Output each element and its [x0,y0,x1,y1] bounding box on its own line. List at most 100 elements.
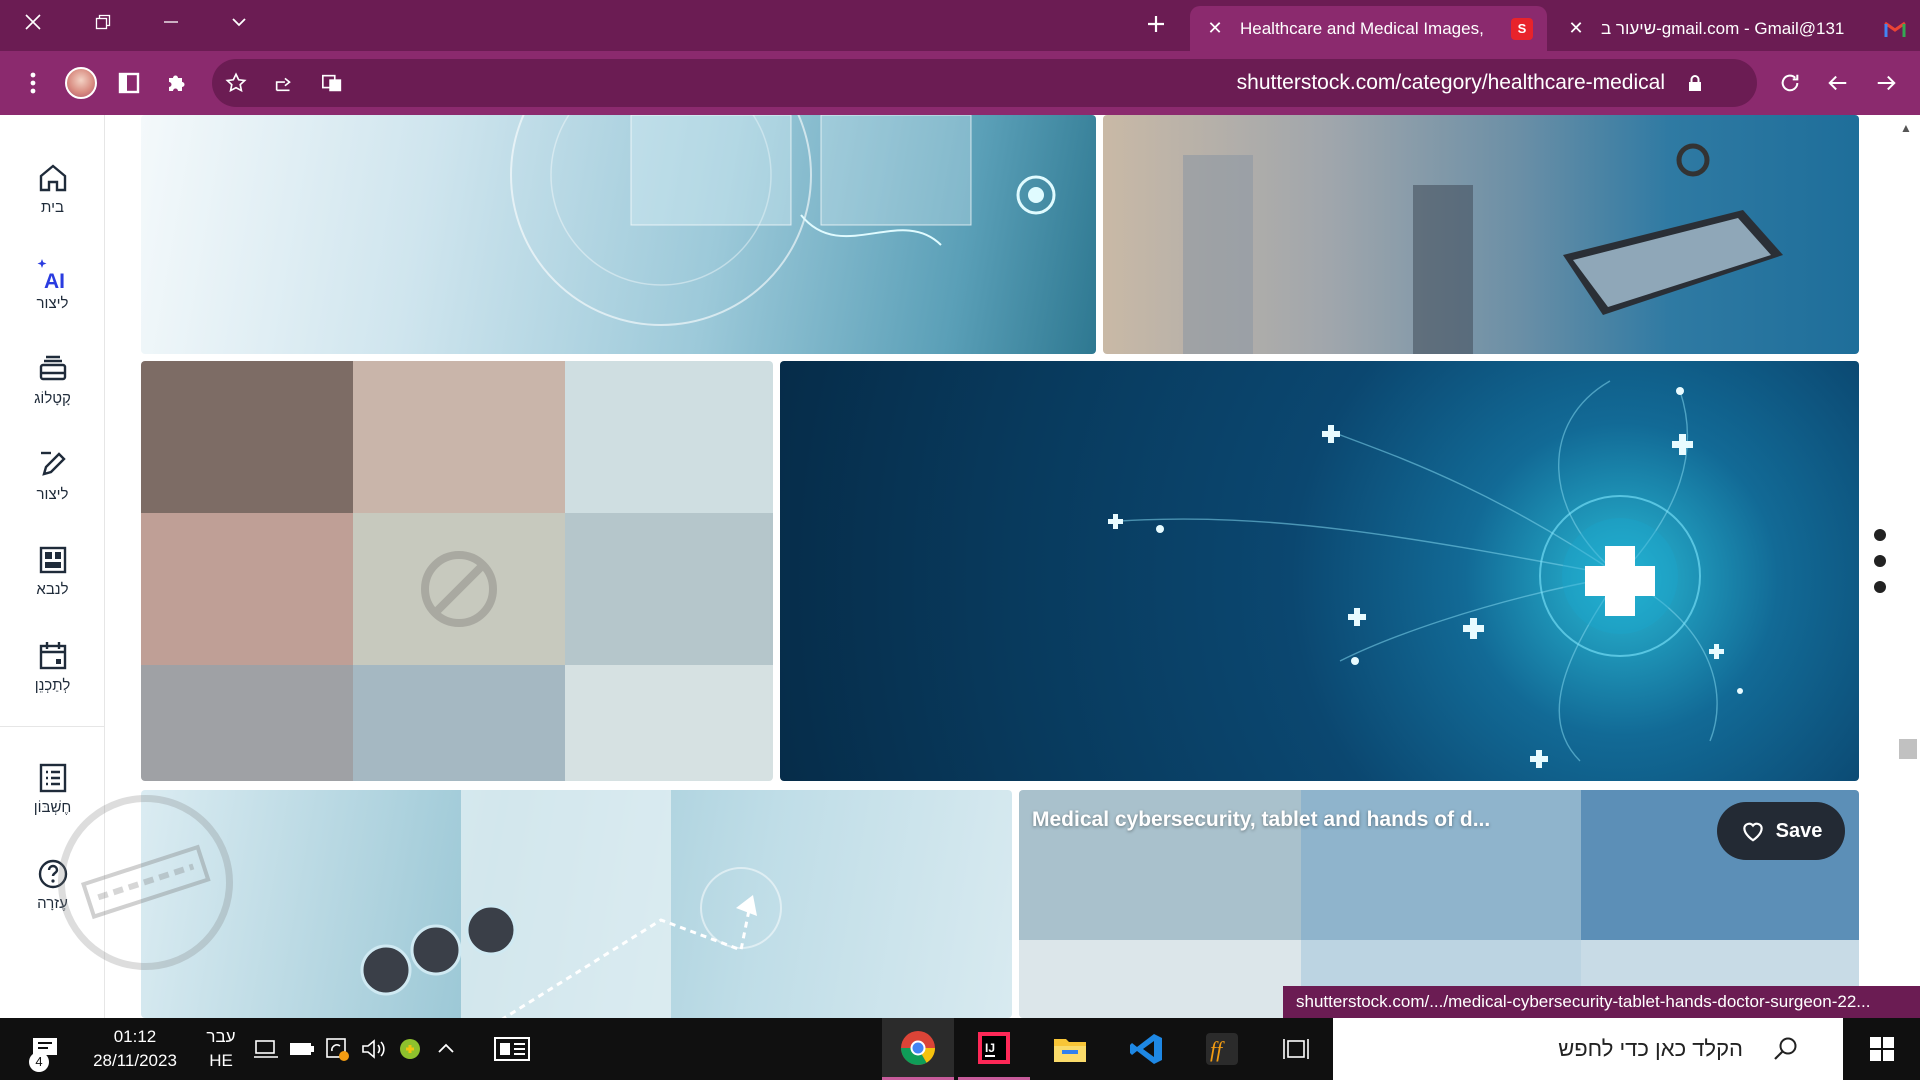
sidebar-item-ai-create[interactable]: AI ליצור [0,244,105,324]
page-content: Medical cybersecurity, tablet and hands … [0,115,1920,1018]
search-icon [1774,1037,1797,1060]
dot[interactable] [1874,529,1886,541]
fontforge-icon: ff [1206,1033,1238,1065]
lang-bottom: HE [209,1051,233,1070]
sidebar-divider [0,726,105,727]
battery-icon[interactable] [286,1018,318,1080]
placeholder-cell [141,361,353,513]
network-icon[interactable] [250,1018,282,1080]
taskbar-search[interactable]: הקלד כאן כדי לחפש [1333,1018,1843,1080]
sidebar-item-label: לנבא [36,580,69,598]
tab-shutterstock[interactable]: ✕ Healthcare and Medical Images, S [1190,6,1547,51]
taskbar-vscode[interactable] [1110,1018,1182,1080]
doctor-analytics-graphic [360,790,782,1018]
link-status-bubble: shutterstock.com/.../medical-cybersecuri… [1283,986,1920,1018]
start-button[interactable] [1843,1018,1920,1080]
image-hover-caption: Medical cybersecurity, tablet and hands … [1032,808,1491,831]
arrow-left-icon [1828,75,1847,91]
dot[interactable] [1874,555,1886,567]
bookmark-star-button[interactable] [216,63,256,103]
image-tile-medical-cybersecurity[interactable]: Medical cybersecurity, tablet and hands … [1019,790,1859,1018]
more-vertical-icon [30,72,36,94]
image-tile-medical-network-cross[interactable] [780,361,1859,781]
window-minimize-button[interactable] [146,0,196,44]
volume-icon[interactable] [358,1018,390,1080]
calendar-icon [39,641,66,669]
netfree-tray-icon[interactable] [394,1018,426,1080]
notification-center-button[interactable]: 4 [0,1018,90,1080]
profile-button[interactable] [61,63,101,103]
tab-strip: ✕ Healthcare and Medical Images, S ✕ 131… [0,0,1920,51]
taskbar-fontforge[interactable]: ff [1186,1018,1258,1080]
translate-icon [322,74,342,92]
clock-time: 01:12 [113,1027,157,1046]
sidebar-item-label: חֶשְׁבּוֹן [33,798,72,816]
side-panel-button[interactable] [109,63,149,103]
close-icon [25,14,41,30]
window-close-button[interactable] [8,0,58,44]
sidebar-item-plan[interactable]: לְתַכְנֵן [0,626,105,706]
tab-search-button[interactable] [214,0,264,44]
image-tile-doctor-digital-interface[interactable] [141,115,1096,354]
gmail-icon [1884,18,1906,40]
reload-button[interactable] [1770,63,1810,103]
tab-close-icon[interactable]: ✕ [1204,18,1226,39]
chrome-icon [901,1030,935,1065]
extensions-button[interactable] [157,63,197,103]
new-tab-button[interactable] [1131,2,1181,46]
window-restore-button[interactable] [78,0,128,44]
share-button[interactable] [264,63,304,103]
carousel-dots[interactable] [1874,529,1888,607]
scrollbar-thumb[interactable] [1899,739,1917,759]
address-bar[interactable]: shutterstock.com/category/healthcare-med… [212,59,1757,107]
language-indicator[interactable]: עבר HE [198,1018,244,1080]
avatar [65,67,97,99]
taskbar-intellij[interactable]: IJ [958,1018,1030,1080]
minimize-icon [164,21,178,23]
placeholder-cell [353,361,565,513]
puzzle-icon [169,75,185,91]
windows-logo-icon [1869,1037,1894,1061]
sidebar-item-home[interactable]: בית [0,148,105,228]
save-button[interactable]: Save [1717,802,1845,860]
sidebar-item-label: ליצור [36,485,69,503]
tab-close-icon[interactable]: ✕ [1565,18,1587,39]
sidebar-item-create[interactable]: ליצור [0,435,105,515]
chevron-up-icon[interactable] [430,1018,462,1080]
chevron-down-icon [232,18,246,27]
url-text[interactable]: shutterstock.com/category/healthcare-med… [1237,59,1665,107]
sync-warning-icon[interactable] [320,1018,354,1080]
forward-button[interactable] [1866,63,1906,103]
back-button[interactable] [1818,63,1858,103]
image-tile-loading-placeholder[interactable] [141,361,773,781]
scrollbar-track[interactable] [1896,115,1920,1018]
placeholder-cell [353,665,565,781]
taskbar-chrome[interactable] [882,1018,954,1080]
image-tile-doctor-tablet[interactable] [1103,115,1859,354]
lang-top: עבר [206,1027,236,1046]
news-widget-icon[interactable] [488,1018,536,1080]
image-tile-doctor-brain-scan[interactable] [141,790,1012,1018]
save-label: Save [1775,819,1823,842]
medical-network-graphic [1108,380,1743,768]
browser-menu-button[interactable] [13,63,53,103]
sidebar-item-catalog[interactable]: קָטָלוֹג [0,339,105,419]
edit-icon [40,451,66,476]
taskbar-file-explorer[interactable] [1034,1018,1106,1080]
arrow-right-icon [1877,75,1896,91]
catalog-icon [39,355,66,380]
notification-count: 4 [29,1052,49,1072]
sidebar-item-predict[interactable]: לנבא [0,530,105,610]
placeholder-cell [565,361,773,513]
task-view-button[interactable] [1262,1018,1330,1080]
translate-button[interactable] [312,63,352,103]
scroll-up-arrow-icon[interactable]: ▲ [1900,121,1912,135]
tab-gmail[interactable]: ✕ 131@gmail.com - Gmail-שיעור ב [1551,6,1920,51]
reload-icon [1781,74,1799,92]
folder-icon [1054,1039,1086,1062]
dot[interactable] [1874,581,1886,593]
lock-icon[interactable] [1685,73,1705,93]
ai-sparkle-icon: AI [37,258,65,291]
netfree-stamp-graphic [80,844,211,919]
clock[interactable]: 01:12 28/11/2023 [80,1018,190,1080]
